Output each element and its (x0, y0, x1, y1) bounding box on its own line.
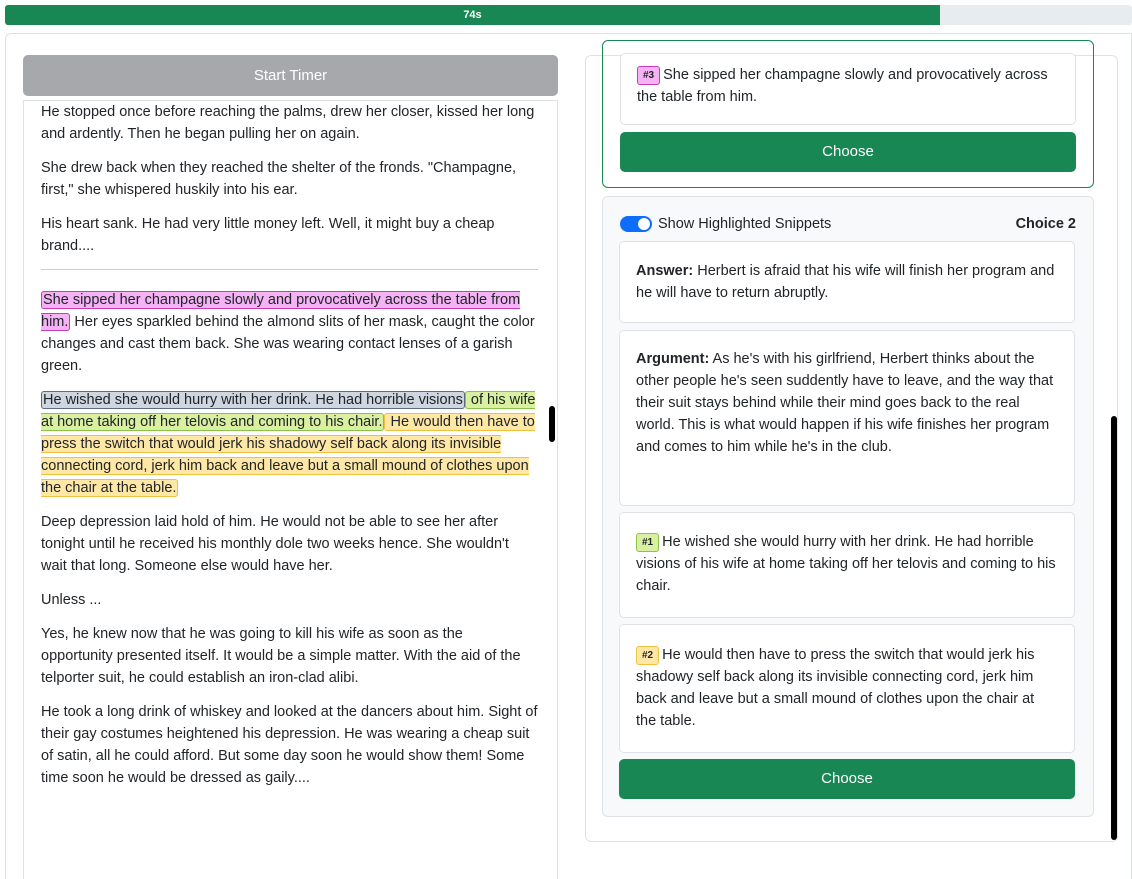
choice-2-snippet-1: #1 He wished she would hurry with her dri… (619, 512, 1075, 618)
toggle-label: Show Highlighted Snippets (658, 216, 832, 232)
show-highlighted-toggle[interactable] (620, 216, 652, 232)
start-timer-button[interactable]: Start Timer (23, 55, 558, 96)
snippet-text: He wished she would hurry with her drink… (636, 534, 1056, 594)
choose-button-2[interactable]: Choose (619, 759, 1075, 799)
story-paragraph: She drew back when they reached the shel… (41, 160, 517, 198)
story-text: He stopped once before reaching the palm… (41, 101, 538, 801)
show-highlighted-toggle-row: Show Highlighted Snippets Choice 2 (620, 214, 1076, 234)
answer-text: Herbert is afraid that his wife will fin… (636, 263, 1055, 301)
snippet-text: He would then have to press the switch t… (636, 647, 1035, 729)
choice-2-snippet-2: #2 He would then have to press the switch… (619, 624, 1075, 753)
story-paragraph: His heart sank. He had very little money… (41, 216, 495, 254)
highlight-snippet-1-selected: He wished she would hurry with her drink… (41, 391, 465, 409)
snippet-badge-1: #1 (636, 533, 660, 552)
story-scrollbar[interactable] (549, 406, 555, 442)
story-paragraph: Yes, he knew now that he was going to ki… (41, 626, 521, 686)
story-paragraph: She sipped her champagne slowly and prov… (41, 289, 538, 377)
snippet-badge-2: #2 (636, 646, 660, 665)
argument-label: Argument: (636, 351, 710, 367)
story-paragraph: He took a long drink of whiskey and look… (41, 704, 538, 786)
choice-1-card: #3 She sipped her champagne slowly and pr… (602, 40, 1094, 188)
story-text-span: Her eyes sparkled behind the almond slit… (41, 314, 535, 374)
choices-scrollbar[interactable] (1111, 416, 1117, 840)
choose-button-1[interactable]: Choose (620, 132, 1076, 172)
story-paragraph: Deep depression laid hold of him. He wou… (41, 514, 509, 574)
story-panel[interactable]: He stopped once before reaching the palm… (23, 100, 558, 879)
story-divider (41, 269, 538, 270)
choice-number-label: Choice 2 (1015, 216, 1076, 232)
snippet-text: She sipped her champagne slowly and prov… (637, 67, 1048, 105)
answer-card: Answer: Herbert is afraid that his wife … (619, 241, 1075, 323)
answer-label: Answer: (636, 263, 694, 279)
timer-label: 74s (463, 9, 482, 21)
choice-1-snippet: #3 She sipped her champagne slowly and pr… (620, 53, 1076, 125)
timer-progress-bar: 74s (5, 5, 1132, 25)
story-paragraph: He wished she would hurry with her drink… (41, 389, 538, 499)
story-paragraph: Unless ... (41, 592, 102, 608)
snippet-badge-3: #3 (637, 66, 661, 85)
argument-card: Argument: As he's with his girlfriend, H… (619, 330, 1075, 506)
story-paragraph: He stopped once before reaching the palm… (41, 104, 535, 142)
